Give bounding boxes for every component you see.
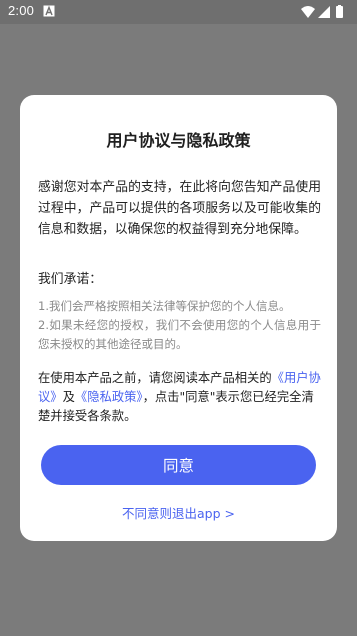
notice-text: 在使用本产品之前，请您阅读本产品相关的《用户协议》及《隐私政策》，点击"同意"表… [38,369,321,426]
promise-item: 2.如果未经您的授权，我们不会使用您的个人信息用于您未授权的其他途径或目的。 [38,318,321,351]
notice-and: 及 [62,390,75,404]
status-bar: 2:00 [0,0,357,24]
disagree-exit-link[interactable]: 不同意则退出app > [20,503,337,522]
privacy-policy-link[interactable]: 《隐私政策》 [75,390,143,404]
promise-item: 1.我们会严格按照相关法律等保护您的个人信息。 [38,299,291,313]
notice-prefix: 在使用本产品之前，请您阅读本产品相关的 [38,371,272,385]
signal-icon [318,6,330,18]
promise-list: 1.我们会严格按照相关法律等保护您的个人信息。 2.如果未经您的授权，我们不会使… [38,297,321,354]
wifi-icon [301,6,315,18]
status-icons [301,5,343,18]
intro-text: 感谢您对本产品的支持，在此将向您告知产品使用过程中，产品可以提供的各项服务以及可… [38,180,321,237]
privacy-dialog: 用户协议与隐私政策 感谢您对本产品的支持，在此将向您告知产品使用过程中，产品可以… [20,95,337,541]
battery-icon [336,6,343,18]
status-time: 2:00 [8,3,35,18]
dialog-title: 用户协议与隐私政策 [106,131,251,150]
agree-button[interactable]: 同意 [41,445,316,485]
promise-heading: 我们承诺： [38,272,102,287]
a-icon [43,5,55,17]
